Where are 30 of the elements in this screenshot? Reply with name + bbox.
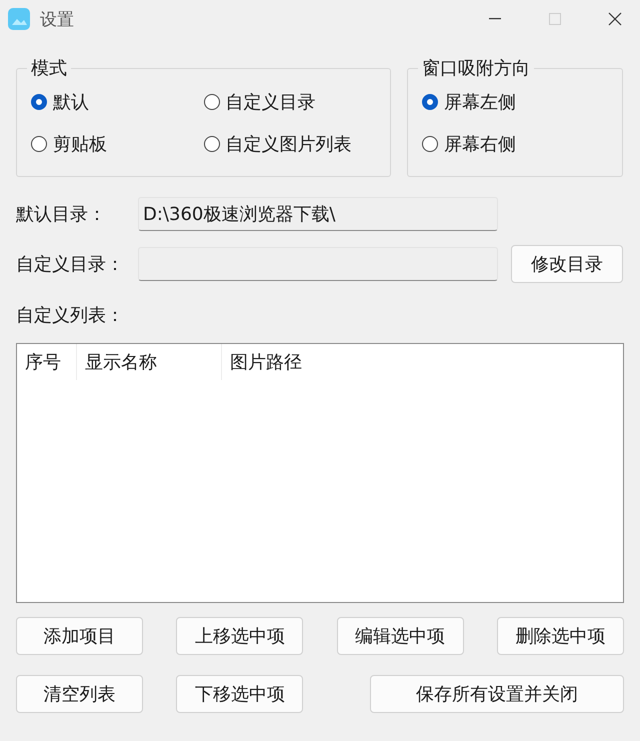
action-button[interactable]: 下移选中项 (176, 675, 304, 713)
column-header[interactable]: 图片路径 (222, 344, 623, 380)
field-label: 自定义目录： (16, 253, 125, 276)
list-label: 自定义列表： (16, 304, 124, 327)
input-field[interactable] (138, 247, 498, 281)
field-label: 默认目录： (16, 203, 107, 226)
change-directory-button[interactable]: 修改目录 (511, 245, 623, 283)
minimize-icon (489, 18, 501, 20)
close-icon (608, 12, 622, 26)
action-button[interactable]: 编辑选中项 (336, 617, 464, 655)
column-header[interactable]: 序号 (17, 344, 77, 380)
radio-option[interactable]: 屏幕左侧 (422, 88, 608, 116)
radio-option[interactable]: 自定义图片列表 (204, 130, 376, 158)
action-button[interactable]: 添加项目 (16, 617, 143, 655)
radio-option[interactable]: 自定义目录 (204, 88, 376, 116)
radio-option[interactable]: 屏幕右侧 (422, 130, 608, 158)
radio-option[interactable]: 默认 (31, 88, 204, 116)
action-button[interactable]: 保存所有设置并关闭 (370, 675, 624, 713)
group-title: 模式 (30, 57, 68, 80)
maximize-icon (549, 13, 561, 25)
input-field[interactable]: D:\360极速浏览器下载\ (138, 197, 498, 231)
radio-option[interactable]: 剪贴板 (31, 130, 204, 158)
column-header[interactable]: 显示名称 (77, 344, 222, 380)
window-title: 设置 (40, 8, 75, 30)
action-button[interactable]: 删除选中项 (496, 617, 624, 655)
list-table[interactable]: 序号 显示名称 图片路径 (16, 343, 624, 603)
group-title: 窗口吸附方向 (421, 57, 531, 80)
action-button[interactable]: 上移选中项 (176, 617, 304, 655)
action-button[interactable]: 清空列表 (16, 675, 143, 713)
app-icon (8, 8, 30, 30)
